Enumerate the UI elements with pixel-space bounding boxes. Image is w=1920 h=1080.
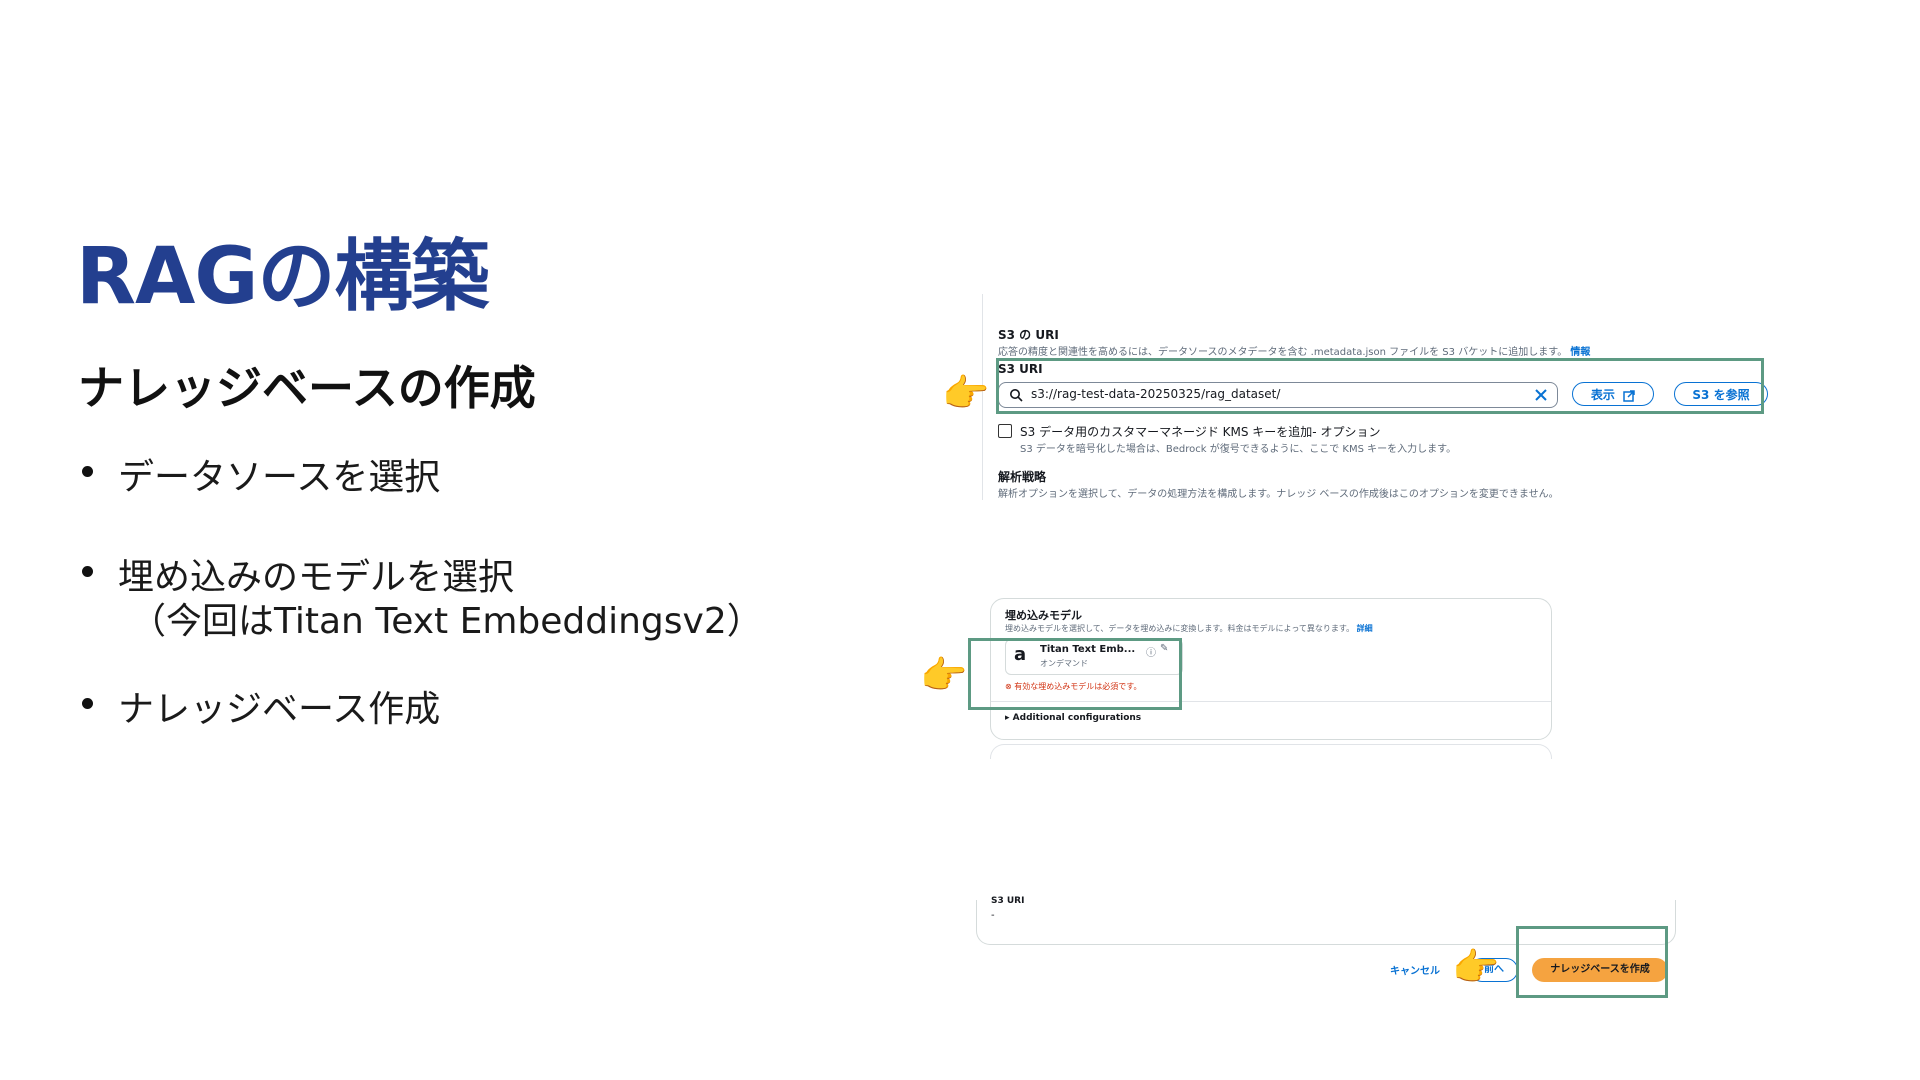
- embedding-model-desc: 埋め込みモデルを選択して、データを埋め込みに変換します。料金はモデルによって異な…: [1005, 624, 1373, 633]
- parse-strategy-desc: 解析オプションを選択して、データの処理方法を構成します。ナレッジ ベースの作成後…: [998, 489, 1559, 500]
- bullet-subtext: （今回はTitan Text Embeddingsv2）: [130, 601, 763, 642]
- slide-subtitle: ナレッジベースの作成: [78, 361, 536, 415]
- partial-value: -: [991, 910, 995, 921]
- bullet-text: ナレッジベース作成: [118, 689, 441, 730]
- s3-uri-section-desc: 応答の精度と関連性を高めるには、データソースのメタデータを含む .metadat…: [998, 347, 1591, 358]
- pointing-hand-icon: 👉: [942, 371, 990, 415]
- embedding-model-label: 埋め込みモデル: [1005, 609, 1082, 622]
- bullet-text: データソースを選択: [118, 457, 441, 498]
- partial-label: S3 URI: [991, 896, 1025, 903]
- parse-strategy-label: 解析戦略: [998, 470, 1047, 484]
- kms-desc: S3 データを暗号化した場合は、Bedrock が復号できるように、ここで KM…: [1020, 444, 1457, 455]
- pointing-hand-icon: 👉: [920, 653, 968, 697]
- slide-title: RAGの構築: [76, 232, 489, 322]
- highlight-box: [1516, 926, 1668, 998]
- additional-config-toggle[interactable]: ▸ Additional configurations: [1005, 713, 1141, 723]
- next-card-edge: [990, 744, 1552, 759]
- bullet-dot: [82, 698, 93, 709]
- kms-label: S3 データ用のカスタマーマネージド KMS キーを追加- オプション: [1020, 425, 1381, 439]
- pointing-hand-icon: 👉: [1452, 945, 1500, 989]
- highlight-box: [996, 358, 1764, 414]
- s3-uri-section-label: S3 の URI: [998, 328, 1059, 342]
- bullet-dot: [82, 466, 93, 477]
- highlight-box: [968, 638, 1182, 710]
- bullet-dot: [82, 566, 93, 577]
- caret-right-icon: ▸: [1005, 713, 1010, 723]
- cancel-button[interactable]: キャンセル: [1390, 962, 1440, 977]
- detail-link[interactable]: 詳細: [1357, 624, 1373, 633]
- kms-checkbox[interactable]: [998, 424, 1012, 438]
- info-link[interactable]: 情報: [1570, 347, 1590, 358]
